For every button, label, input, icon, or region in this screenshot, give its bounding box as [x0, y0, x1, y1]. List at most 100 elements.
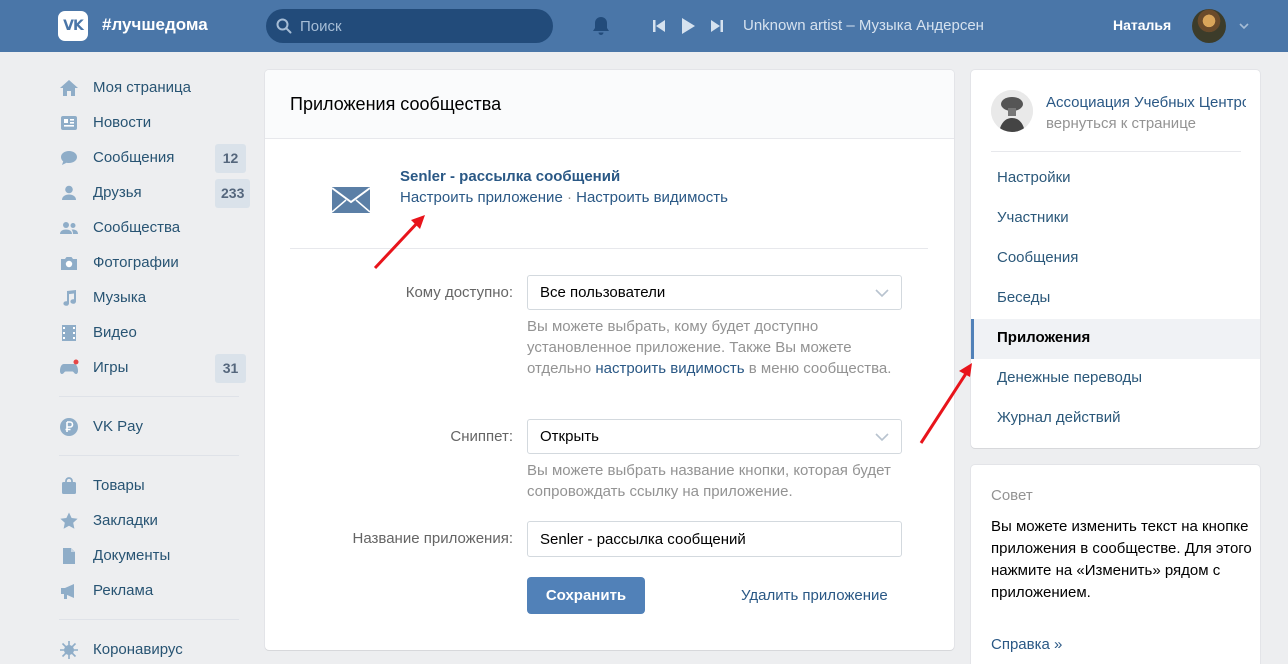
snippet-hint: Вы можете выбрать название кнопки, котор…	[527, 462, 891, 500]
nav-coronavirus[interactable]: Коронавирус	[55, 632, 250, 664]
star-icon	[60, 512, 78, 529]
virus-icon	[60, 641, 78, 659]
user-avatar[interactable]	[1192, 9, 1226, 43]
nav-label: Товары	[93, 477, 145, 494]
shopping-bag-icon	[62, 477, 76, 494]
nav-label: Новости	[93, 114, 152, 131]
film-icon	[62, 325, 76, 341]
nav-friends[interactable]: Друзья 233	[55, 175, 251, 210]
app-action-links: Настроить приложение · Настроить видимос…	[400, 189, 728, 206]
access-value: Все пользователи	[540, 284, 666, 301]
play-icon[interactable]	[680, 17, 696, 35]
nav-label: Фотографии	[93, 254, 179, 271]
nav-label: Видео	[93, 324, 137, 341]
page-title: Приложения сообщества	[290, 94, 502, 114]
help-link[interactable]: Справка »	[991, 636, 1062, 653]
tip-title: Совет	[991, 487, 1033, 504]
nav-documents[interactable]: Документы	[55, 538, 250, 573]
menu-item-action-log[interactable]: Журнал действий	[971, 399, 1260, 439]
app-name-label: Название приложения:	[352, 530, 513, 547]
nav-my-page[interactable]: Моя страница	[55, 70, 250, 105]
nav-bookmarks[interactable]: Закладки	[55, 503, 250, 538]
document-icon	[63, 548, 75, 564]
configure-app-link[interactable]: Настроить приложение	[400, 189, 563, 206]
nav-label: Реклама	[93, 582, 154, 599]
save-button[interactable]: Сохранить	[527, 577, 645, 614]
chevron-down-icon[interactable]	[1238, 20, 1250, 32]
next-track-icon[interactable]	[710, 17, 724, 35]
user-name[interactable]: Наталья	[1113, 17, 1171, 33]
divider	[290, 248, 928, 249]
app-settings-card: Приложения сообщества Senler - рассылка …	[265, 70, 954, 650]
nav-label: Сообщения	[93, 149, 175, 166]
nav-label: VK Pay	[93, 418, 144, 435]
unread-count-badge: 12	[215, 144, 246, 173]
menu-item-chats[interactable]: Беседы	[971, 279, 1260, 319]
divider	[59, 455, 239, 456]
chevron-down-icon	[875, 289, 889, 298]
notifications-bell-icon[interactable]	[590, 15, 612, 37]
hint-visibility-link[interactable]: настроить видимость	[595, 360, 744, 377]
community-name-link[interactable]: Ассоциация Учебных Центров	[1046, 94, 1246, 111]
snippet-select[interactable]: Открыть	[527, 419, 902, 454]
menu-item-apps[interactable]: Приложения	[971, 319, 1260, 359]
access-select[interactable]: Все пользователи	[527, 275, 902, 310]
tip-card: Совет Вы можете изменить текст на кнопке…	[971, 465, 1260, 664]
access-label: Кому доступно:	[405, 284, 513, 301]
link-separator: ·	[562, 189, 577, 206]
access-hint: Вы можете выбрать, кому будет доступно у…	[527, 318, 892, 377]
nav-news[interactable]: Новости	[55, 105, 250, 140]
search-icon	[276, 18, 292, 34]
tip-text: Вы можете изменить текст на кнопке прило…	[991, 518, 1252, 601]
chevron-down-icon	[875, 433, 889, 442]
nav-music[interactable]: Музыка	[55, 280, 250, 315]
nav-label: Документы	[93, 547, 171, 564]
gamepad-icon	[60, 359, 79, 374]
nav-label: Моя страница	[93, 79, 191, 96]
previous-track-icon[interactable]	[652, 17, 666, 35]
app-name-input[interactable]	[527, 521, 902, 557]
person-icon	[62, 185, 76, 200]
now-playing-text[interactable]: Unknown artist – Музыка Андерсен	[743, 17, 1003, 34]
menu-item-money-transfers[interactable]: Денежные переводы	[971, 359, 1260, 399]
divider	[59, 396, 239, 397]
nav-games[interactable]: Игры 31	[55, 350, 250, 385]
nav-label: Коронавирус	[93, 641, 183, 658]
nav-goods[interactable]: Товары	[55, 468, 250, 503]
camera-icon	[61, 257, 77, 270]
community-avatar[interactable]	[991, 90, 1033, 132]
vk-logo[interactable]: VK	[58, 11, 88, 41]
friend-requests-badge: 233	[215, 179, 251, 208]
search-input[interactable]	[300, 9, 540, 43]
menu-item-members[interactable]: Участники	[971, 199, 1260, 239]
community-logo-icon	[991, 90, 1033, 132]
nav-communities[interactable]: Сообщества	[55, 210, 250, 245]
nav-video[interactable]: Видео	[55, 315, 250, 350]
divider	[59, 619, 239, 620]
app-name-link[interactable]: Senler - рассылка сообщений	[400, 168, 620, 185]
ruble-coin-icon	[60, 418, 78, 436]
nav-ads[interactable]: Реклама	[55, 573, 250, 608]
nav-label: Друзья	[93, 184, 142, 201]
music-note-icon	[63, 290, 76, 306]
menu-item-messages[interactable]: Сообщения	[971, 239, 1260, 279]
nav-label: Закладки	[93, 512, 158, 529]
snippet-label: Сниппет:	[450, 428, 513, 445]
games-count-badge: 31	[215, 354, 246, 383]
community-menu: Ассоциация Учебных Центров вернуться к с…	[971, 70, 1260, 448]
configure-visibility-link[interactable]: Настроить видимость	[576, 189, 728, 206]
nav-photos[interactable]: Фотографии	[55, 245, 250, 280]
divider	[991, 151, 1241, 152]
nav-vk-pay[interactable]: VK Pay	[55, 409, 250, 444]
menu-item-settings[interactable]: Настройки	[971, 159, 1260, 199]
brand-hashtag[interactable]: #лучшедома	[102, 15, 208, 35]
left-navigation: Моя страница Новости Сообщения 12 Друзья…	[55, 70, 251, 664]
home-icon	[60, 80, 78, 96]
search-box[interactable]	[266, 9, 553, 43]
back-to-page-link[interactable]: вернуться к странице	[1046, 115, 1196, 132]
delete-app-link[interactable]: Удалить приложение	[741, 587, 888, 604]
envelope-icon	[331, 187, 371, 213]
nav-messages[interactable]: Сообщения 12	[55, 140, 250, 175]
group-icon	[60, 222, 78, 234]
megaphone-icon	[61, 584, 74, 599]
